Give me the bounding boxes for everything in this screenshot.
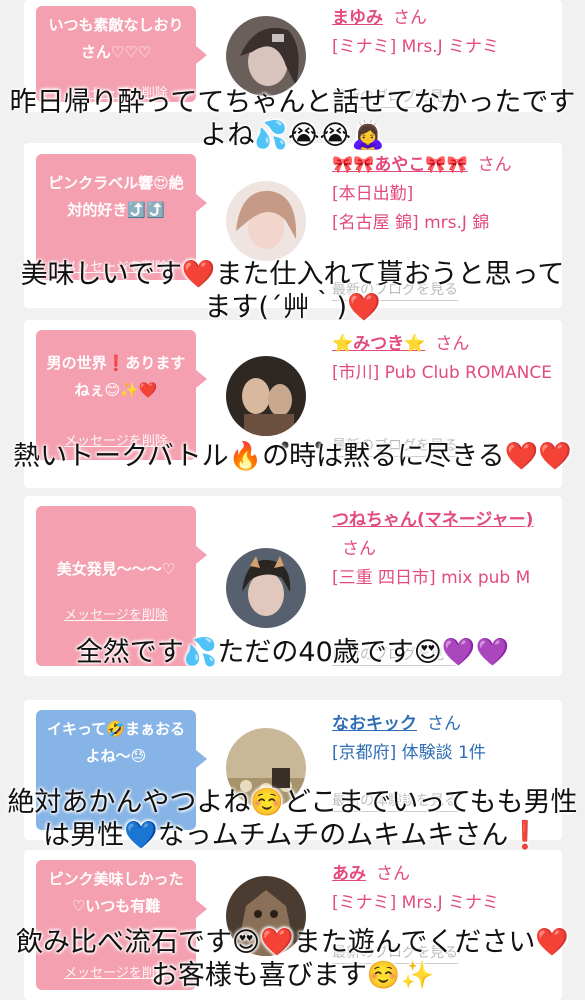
shop-link[interactable]: [本日出勤] [名古屋 錦] mrs.J 錦 — [332, 184, 489, 233]
message-text: 男の世界❗️ありますねぇ😊✨❤️ — [46, 354, 186, 399]
avatar[interactable] — [226, 356, 306, 436]
honorific: さん — [435, 334, 470, 354]
user-info: 🎀🎀あやこ🎀🎀 さん [本日出勤] [名古屋 錦] mrs.J 錦 — [332, 151, 554, 238]
avatar[interactable] — [226, 181, 306, 261]
honorific: さん — [342, 539, 376, 559]
honorific: さん — [393, 8, 427, 28]
bubble-tail — [196, 546, 207, 564]
overlay-caption: 飲み比べ流石です😍❤️また遊んでください❤️お客様も喜びます☺️✨ — [15, 927, 570, 991]
user-name-link[interactable]: あみ — [332, 864, 366, 884]
overlay-caption: 美味しいです❤️また仕入れて貰おうと思ってます(´艸｀)❤️ — [20, 259, 565, 323]
user-info: なおキック さん [京都府] 体験談 1件 — [332, 710, 554, 768]
user-info: つねちゃん(マネージャー) さん [三重 四日市] mix pub M — [332, 506, 554, 593]
message-text: いつも素敵なしおりさん♡♡♡ — [48, 16, 184, 61]
user-info: まゆみ さん [ミナミ] Mrs.J ミナミ — [332, 4, 554, 62]
user-photo-icon — [226, 181, 306, 261]
overlay-caption: 絶対あかんやつよね☺️どこまでいってもも男性は男性💙なっムチムチのムキムキさん❗… — [7, 787, 578, 851]
user-name-link[interactable]: ⭐️みつき⭐️ — [332, 334, 425, 354]
bubble-tail — [196, 370, 207, 388]
message-text: ピンクラベル響😍絶対的好き⤴️⤴️ — [48, 174, 184, 219]
bubble-tail — [196, 900, 207, 918]
shop-link[interactable]: [ミナミ] Mrs.J ミナミ — [332, 37, 499, 57]
bubble-tail — [196, 46, 207, 64]
user-info: ⭐️みつき⭐️ さん [市川] Pub Club ROMANCE — [332, 330, 554, 388]
message-text: 美女発見〜〜〜♡ — [56, 560, 176, 578]
shop-link[interactable]: [京都府] 体験談 1件 — [332, 743, 486, 763]
avatar[interactable] — [226, 548, 306, 628]
bubble-tail — [196, 194, 207, 212]
overlay-caption: 熱いトークバトル🔥の時は黙るに尽きる❤️❤️ — [13, 441, 572, 472]
delete-message-link[interactable]: メッセージを削除 — [36, 602, 196, 629]
user-name-link[interactable]: まゆみ — [332, 8, 383, 28]
user-name-link[interactable]: なおキック — [332, 714, 417, 734]
shop-link[interactable]: [ミナミ] Mrs.J ミナミ — [332, 893, 499, 913]
overlay-caption: 昨日帰り酔っててちゃんと話せてなかったですよね💦😭😭🙇‍♀️ — [9, 87, 576, 151]
avatar[interactable] — [226, 16, 306, 96]
user-photo-icon — [226, 356, 306, 436]
user-info: あみ さん [ミナミ] Mrs.J ミナミ — [332, 860, 554, 918]
user-photo-icon — [226, 548, 306, 628]
shop-link[interactable]: [三重 四日市] mix pub M — [332, 568, 530, 588]
honorific: さん — [477, 155, 512, 175]
user-name-link[interactable]: 🎀🎀あやこ🎀🎀 — [332, 155, 468, 175]
shop-link[interactable]: [市川] Pub Club ROMANCE — [332, 363, 552, 383]
honorific: さん — [376, 864, 410, 884]
bubble-tail — [196, 750, 207, 768]
message-text: ピンク美味しかった♡いつも有難 — [48, 870, 184, 915]
honorific: さん — [427, 714, 461, 734]
user-photo-icon — [226, 16, 306, 96]
message-text: イキって🤣まぁおるよね〜😓 — [47, 720, 185, 765]
user-name-link[interactable]: つねちゃん(マネージャー) — [332, 510, 533, 530]
overlay-caption: 全然です💦ただの40歳です😍💜💜 — [75, 637, 510, 668]
